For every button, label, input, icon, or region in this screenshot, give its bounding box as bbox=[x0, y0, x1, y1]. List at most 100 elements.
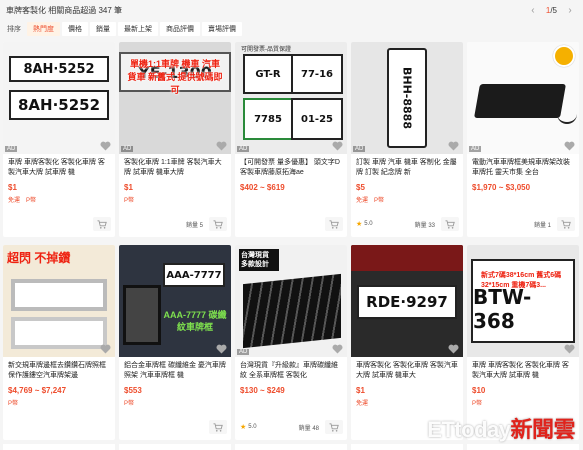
frames-image bbox=[243, 273, 341, 349]
cart-icon[interactable] bbox=[209, 217, 227, 231]
plate-image-2: 8AH·5252 bbox=[9, 90, 109, 120]
product-price: $130 ~ $249 bbox=[240, 386, 285, 395]
sort-popular-button[interactable]: 熱門度 bbox=[27, 22, 60, 36]
plate-frame-image bbox=[11, 279, 107, 311]
cart-icon[interactable] bbox=[93, 217, 111, 231]
product-image[interactable]: AAA-7777 AAA-7777 碳纖紋車牌框 bbox=[119, 245, 231, 357]
tag-free-shipping: 免運 bbox=[356, 401, 369, 407]
product-tags: 免運 P幣 bbox=[3, 195, 115, 204]
product-image[interactable]: AD bbox=[467, 42, 579, 154]
product-title[interactable]: 鋁合金車牌框 碳纖維金 憂汽車牌照架 汽車車牌框 機 bbox=[119, 361, 231, 381]
product-title[interactable]: 車牌客製化 客製化車牌 客製汽車大牌 試車牌 機車大 bbox=[351, 361, 463, 381]
rating: ★ 5.0 bbox=[240, 423, 257, 431]
product-image[interactable]: 台灣現貨 多款設計 AD bbox=[235, 245, 347, 357]
product-price: $402 ~ $619 bbox=[240, 183, 285, 192]
rating-value: 5.0 bbox=[248, 424, 257, 430]
product-card-partial[interactable] bbox=[119, 444, 231, 450]
frame-image bbox=[123, 285, 161, 345]
sort-price-button[interactable]: 價格 bbox=[62, 22, 88, 36]
ad-badge: AD bbox=[237, 146, 250, 152]
product-card[interactable]: 超閃 不掉鑽 新交規車牌邊框去鑽鑽石牌照框保作護鏤空汽車牌架邊 $4,769 ~… bbox=[3, 245, 115, 440]
product-tags: P幣 bbox=[119, 398, 231, 407]
tag-p-coin: P幣 bbox=[374, 198, 385, 204]
car-image bbox=[351, 245, 463, 271]
product-card[interactable]: BHH-8888 AD 訂製 車牌 汽車 機車 客制化 金屬牌 訂製 紀念牌 新… bbox=[351, 42, 463, 237]
tag-p-coin: P幣 bbox=[26, 198, 37, 204]
product-tags: 免運 bbox=[351, 398, 463, 407]
product-card-partial[interactable] bbox=[351, 444, 463, 450]
product-card[interactable]: 8AH·5252 8AH·5252 AD 車牌 車牌客製化 客製化車牌 客製汽車… bbox=[3, 42, 115, 237]
product-title[interactable]: 【可開發票 量多優惠】 頭文字D客製車牌藤原拓海ae bbox=[235, 158, 347, 178]
product-image[interactable]: 可開發票-品質保證 GT-R 77-16 7785 01-25 AD bbox=[235, 42, 347, 154]
product-card[interactable]: BTW-368 新式7碼38*16cm 舊式6碼32*15cm 重機7碼3...… bbox=[467, 245, 579, 440]
product-card[interactable]: AAA-7777 AAA-7777 碳纖紋車牌框 鋁合金車牌框 碳纖維金 憂汽車… bbox=[119, 245, 231, 440]
product-title[interactable]: 車牌 車牌客製化 客製化車牌 客製汽車大牌 試車牌 機 bbox=[3, 158, 115, 178]
product-card[interactable]: 台灣現貨 多款設計 AD 台灣現貨『升級款』車牌碳纖維紋 全系車牌框 客製化 $… bbox=[235, 245, 347, 440]
sort-label: 排序 bbox=[7, 26, 21, 33]
product-image[interactable]: 8AH·5252 8AH·5252 AD bbox=[3, 42, 115, 154]
product-price: $1 bbox=[8, 183, 17, 192]
product-image[interactable]: 超閃 不掉鑽 bbox=[3, 245, 115, 357]
sort-sales-button[interactable]: 銷量 bbox=[90, 22, 116, 36]
product-card[interactable]: 可開發票-品質保證 GT-R 77-16 7785 01-25 AD 【可開發票… bbox=[235, 42, 347, 237]
heart-icon[interactable] bbox=[448, 344, 459, 354]
heart-icon[interactable] bbox=[100, 141, 111, 151]
sort-product-rating-button[interactable]: 商品評價 bbox=[160, 22, 200, 36]
result-count-text: 車牌客製化 相關商品超過 347 筆 bbox=[6, 5, 123, 15]
product-title[interactable]: 客製化車牌 1:1車牌 客製汽車大牌 試車牌 機車大牌 bbox=[119, 158, 231, 178]
heart-icon[interactable] bbox=[564, 344, 575, 354]
tag-p-coin: P幣 bbox=[472, 401, 483, 407]
product-tags: P幣 bbox=[119, 195, 231, 204]
product-title[interactable]: 車牌 車牌客製化 客製化車牌 客製汽車大牌 試車牌 機 bbox=[467, 361, 579, 381]
product-title[interactable]: 訂製 車牌 汽車 機車 客制化 金屬牌 訂製 紀念牌 新 bbox=[351, 158, 463, 178]
sold-count: 銷量 1 bbox=[533, 222, 551, 229]
heart-icon[interactable] bbox=[448, 141, 459, 151]
heart-icon[interactable] bbox=[332, 344, 343, 354]
product-price: $1 bbox=[356, 386, 365, 395]
cart-icon[interactable] bbox=[325, 420, 343, 434]
heart-icon[interactable] bbox=[100, 344, 111, 354]
product-footer: ★ 5.0 銷量 33 bbox=[356, 217, 459, 231]
sold-count: 銷量 33 bbox=[414, 222, 435, 229]
tag-free-shipping: 免運 bbox=[8, 198, 21, 204]
product-image[interactable]: YE-1300 單機1:1車牌 機車 汽車 貨車 新舊式 提供號碼即可 AD bbox=[119, 42, 231, 154]
product-image[interactable]: RDE·9297 bbox=[351, 245, 463, 357]
sort-newest-button[interactable]: 最新上架 bbox=[118, 22, 158, 36]
product-card[interactable]: RDE·9297 車牌客製化 客製化車牌 客製汽車大牌 試車牌 機車大 $1 免… bbox=[351, 245, 463, 440]
product-card[interactable]: YE-1300 單機1:1車牌 機車 汽車 貨車 新舊式 提供號碼即可 AD 客… bbox=[119, 42, 231, 237]
product-image[interactable]: BTW-368 新式7碼38*16cm 舊式6碼32*15cm 重機7碼3... bbox=[467, 245, 579, 357]
search-results-page: 車牌客製化 相關商品超過 347 筆 ‹ 1/5 › 排序 熱門度 價格 銷量 … bbox=[0, 0, 583, 450]
next-page-icon[interactable]: › bbox=[563, 3, 577, 17]
product-card-partial[interactable] bbox=[467, 444, 579, 450]
sold-count: 銷量 5 bbox=[185, 222, 203, 229]
cart-icon[interactable] bbox=[209, 420, 227, 434]
sold-count: 銷量 48 bbox=[298, 425, 319, 432]
watermark-main: ETtoday bbox=[427, 417, 511, 442]
cart-icon[interactable] bbox=[325, 217, 343, 231]
product-card-partial[interactable] bbox=[235, 444, 347, 450]
size-info-text: 新式7碼38*16cm 舊式6碼32*15cm 重機7碼3... bbox=[481, 272, 562, 289]
cart-icon[interactable] bbox=[441, 217, 459, 231]
product-card[interactable]: AD 電動汽車車牌框美規車牌架改裝車牌托 靈天市集 全台 $1,970 ~ $3… bbox=[467, 42, 579, 237]
tag-p-coin: P幣 bbox=[124, 198, 135, 204]
heart-icon[interactable] bbox=[564, 141, 575, 151]
heart-icon[interactable] bbox=[332, 141, 343, 151]
product-card-partial[interactable] bbox=[3, 444, 115, 450]
sort-bar: 排序 熱門度 價格 銷量 最新上架 商品評價 賣場評價 bbox=[3, 20, 580, 38]
prev-page-icon[interactable]: ‹ bbox=[526, 3, 540, 17]
product-tags bbox=[235, 195, 347, 203]
tag-p-coin: P幣 bbox=[124, 401, 135, 407]
banner-text: 台灣現貨 多款設計 bbox=[239, 249, 279, 271]
product-price: $5 bbox=[356, 183, 365, 192]
ad-badge: AD bbox=[353, 146, 366, 152]
product-image[interactable]: BHH-8888 AD bbox=[351, 42, 463, 154]
watermark-sub: 新聞雲 bbox=[510, 417, 575, 442]
product-title[interactable]: 電動汽車車牌框美規車牌架改裝車牌托 靈天市集 全台 bbox=[467, 158, 579, 178]
sort-shop-rating-button[interactable]: 賣場評價 bbox=[202, 22, 242, 36]
product-title[interactable]: 新交規車牌邊框去鑽鑽石牌照框保作護鏤空汽車牌架邊 bbox=[3, 361, 115, 381]
heart-icon[interactable] bbox=[216, 141, 227, 151]
product-price: $4,769 ~ $7,247 bbox=[8, 386, 67, 395]
heart-icon[interactable] bbox=[216, 344, 227, 354]
product-title[interactable]: 台灣現貨『升級款』車牌碳纖維紋 全系車牌框 客製化 bbox=[235, 361, 347, 381]
cart-icon[interactable] bbox=[557, 217, 575, 231]
